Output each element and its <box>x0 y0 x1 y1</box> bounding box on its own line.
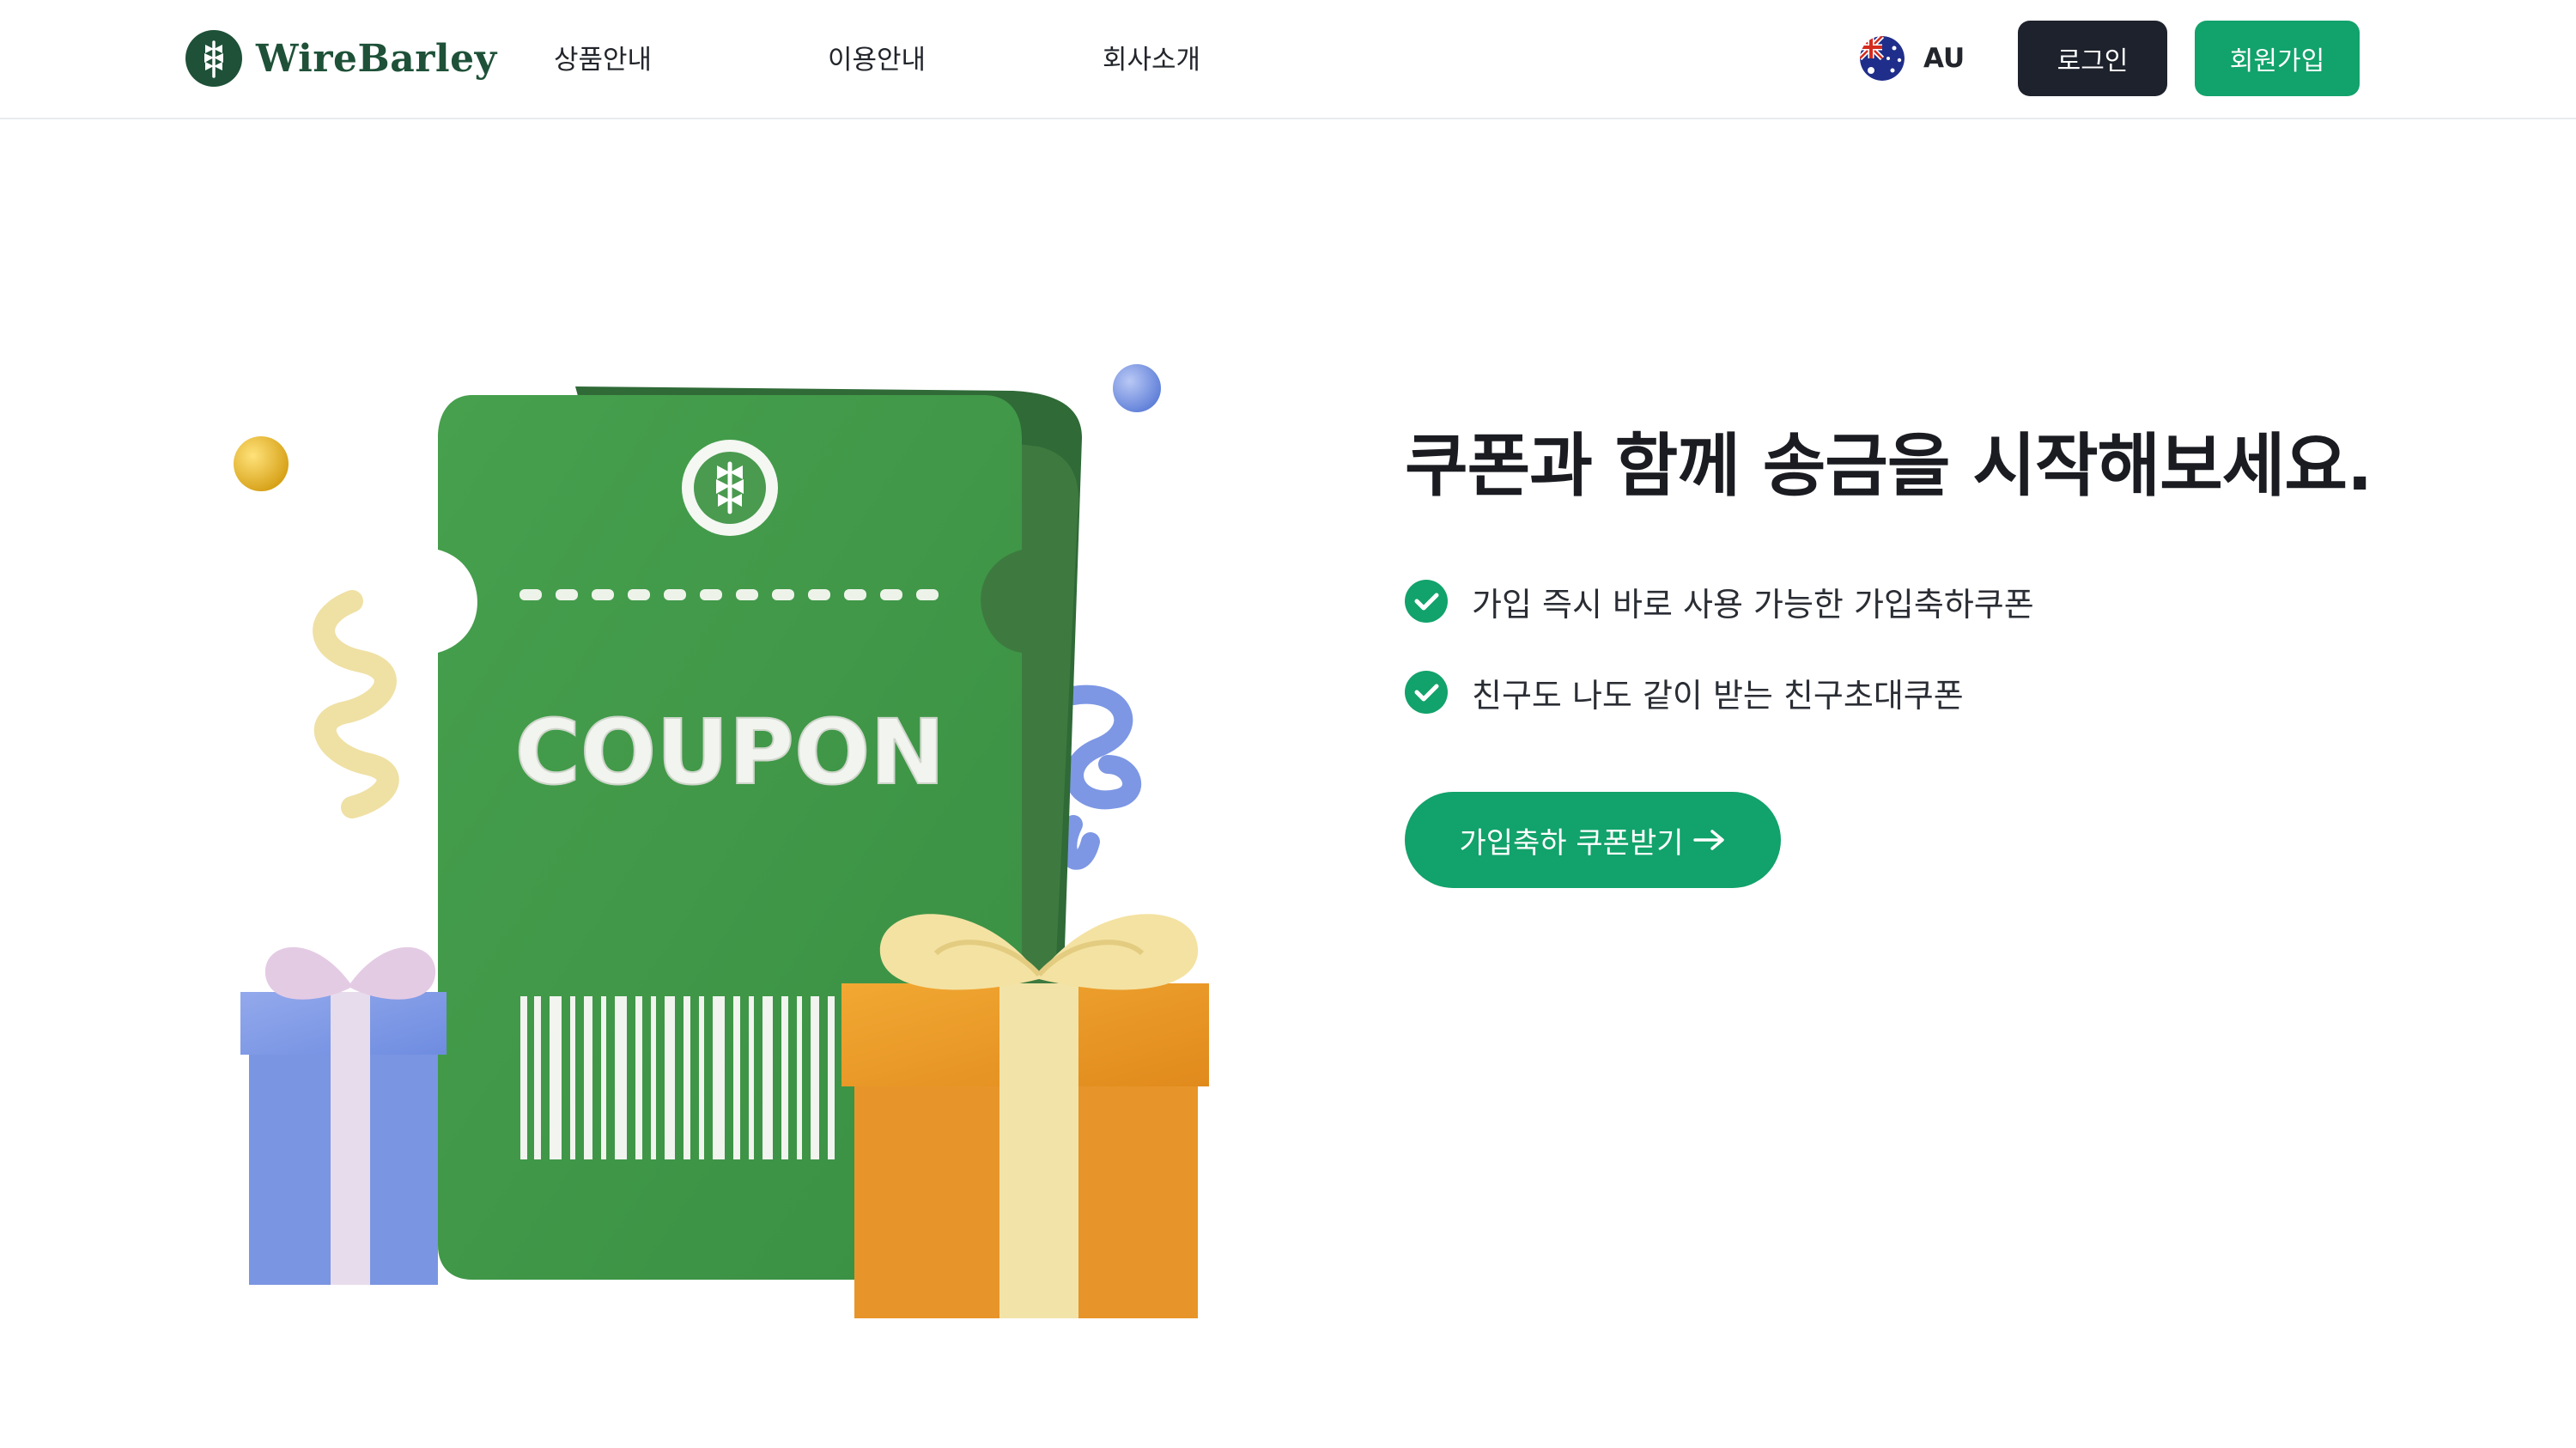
benefit-list: 가입 즉시 바로 사용 가능한 가입축하쿠폰 친구도 나도 같이 받는 친구초대… <box>1405 577 2034 759</box>
benefit-item-signup-coupon: 가입 즉시 바로 사용 가능한 가입축하쿠폰 <box>1405 577 2034 625</box>
wirebarley-logo[interactable]: WireBarley <box>185 29 497 88</box>
benefit-text: 가입 즉시 바로 사용 가능한 가입축하쿠폰 <box>1472 585 2034 624</box>
region-code: AU <box>1923 43 1965 74</box>
check-circle-icon <box>1405 580 1448 623</box>
benefit-text: 친구도 나도 같이 받는 친구초대쿠폰 <box>1472 676 1964 715</box>
cta-label: 가입축하 쿠폰받기 <box>1459 825 1684 861</box>
benefit-item-referral-coupon: 친구도 나도 같이 받는 친구초대쿠폰 <box>1405 668 2034 716</box>
nav-item-about-company[interactable]: 회사소개 <box>1103 38 1200 76</box>
barley-badge-icon <box>682 440 778 536</box>
hero-headline: 쿠폰과 함께 송금을 시작해보세요. <box>1405 426 2372 506</box>
barley-logo-icon <box>185 30 242 87</box>
coupon-text: COUPON <box>515 700 945 805</box>
region-selector[interactable]: AU <box>1860 36 1965 81</box>
get-signup-coupon-button[interactable]: 가입축하 쿠폰받기 <box>1405 792 1781 888</box>
brand-name: WireBarley <box>256 36 497 81</box>
yellow-ball-decoration <box>234 436 289 491</box>
cream-ribbon-decoration <box>313 590 399 818</box>
signup-button[interactable]: 회원가입 <box>2195 21 2360 96</box>
blue-ribbon-decoration <box>1058 684 1142 870</box>
australia-flag-icon <box>1860 36 1905 81</box>
blue-gift-box <box>240 946 447 1285</box>
blue-ball-decoration <box>1113 364 1161 412</box>
nav-item-products[interactable]: 상품안내 <box>554 38 652 76</box>
coupon-gift-illustration: COUPON <box>234 364 1209 1318</box>
login-button[interactable]: 로그인 <box>2018 21 2167 96</box>
top-navigation-bar: WireBarley 상품안내 이용안내 회사소개 AU 로그인 회원가입 <box>0 0 2576 119</box>
nav-item-usage-guide[interactable]: 이용안내 <box>828 38 926 76</box>
check-circle-icon <box>1405 671 1448 714</box>
arrow-right-icon <box>1692 830 1724 850</box>
orange-gift-box <box>841 914 1209 1318</box>
